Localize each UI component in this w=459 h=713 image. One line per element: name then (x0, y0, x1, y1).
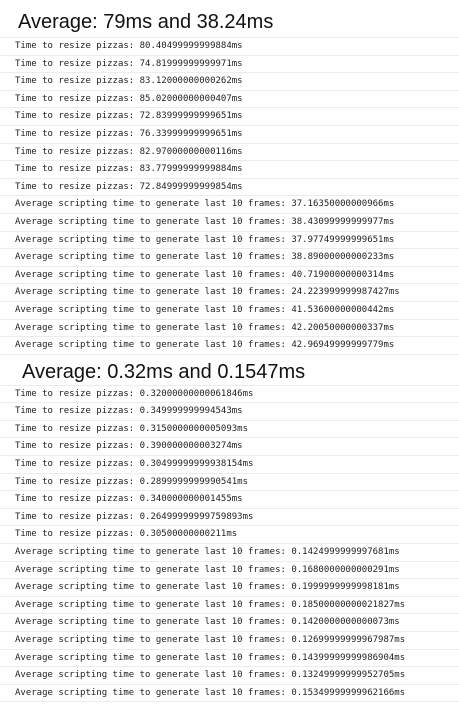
second-timing-log: Time to resize pizzas: 0.320000000000618… (0, 384, 459, 703)
first-timing-log: Time to resize pizzas: 80.40499999999884… (0, 37, 459, 355)
log-entry: Average scripting time to generate last … (0, 597, 459, 615)
log-entry: Time to resize pizzas: 0.349999999994543… (0, 403, 459, 421)
second-result-section: Average: 0.32ms and 0.1547ms Time to res… (0, 355, 459, 703)
log-entry: Time to resize pizzas: 0.320000000000618… (0, 386, 459, 404)
log-entry: Time to resize pizzas: 83.12000000000262… (0, 73, 459, 91)
log-entry: Average scripting time to generate last … (0, 196, 459, 214)
log-entry: Time to resize pizzas: 74.81999999999971… (0, 56, 459, 74)
log-entry: Average scripting time to generate last … (0, 302, 459, 320)
log-entry: Average scripting time to generate last … (0, 650, 459, 668)
first-result-section: Average: 79ms and 38.24ms Time to resize… (0, 0, 459, 355)
log-entry: Average scripting time to generate last … (0, 544, 459, 562)
first-average-heading: Average: 79ms and 38.24ms (18, 11, 274, 33)
log-entry: Average scripting time to generate last … (0, 214, 459, 232)
log-entry: Average scripting time to generate last … (0, 562, 459, 580)
log-entry: Average scripting time to generate last … (0, 232, 459, 250)
log-entry: Average scripting time to generate last … (0, 632, 459, 650)
log-entry: Average scripting time to generate last … (0, 667, 459, 685)
log-entry: Time to resize pizzas: 76.33999999999651… (0, 126, 459, 144)
log-entry: Average scripting time to generate last … (0, 267, 459, 285)
log-entry: Time to resize pizzas: 0.264999999997598… (0, 509, 459, 527)
log-entry: Time to resize pizzas: 0.289999999999054… (0, 474, 459, 492)
log-entry: Time to resize pizzas: 85.02000000000407… (0, 91, 459, 109)
log-entry: Average scripting time to generate last … (0, 685, 459, 703)
log-entry: Time to resize pizzas: 0.340000000001455… (0, 491, 459, 509)
log-entry: Time to resize pizzas: 0.315000000000509… (0, 421, 459, 439)
log-entry: Average scripting time to generate last … (0, 320, 459, 338)
second-average-heading: Average: 0.32ms and 0.1547ms (22, 360, 306, 383)
log-entry: Average scripting time to generate last … (0, 614, 459, 632)
log-entry: Time to resize pizzas: 82.97000000000116… (0, 144, 459, 162)
log-entry: Time to resize pizzas: 0.390000000003274… (0, 438, 459, 457)
log-entry: Time to resize pizzas: 80.40499999999884… (0, 38, 459, 56)
log-entry: Time to resize pizzas: 72.83999999999651… (0, 108, 459, 126)
log-entry: Average scripting time to generate last … (0, 579, 459, 597)
log-entry: Average scripting time to generate last … (0, 284, 459, 302)
log-entry: Time to resize pizzas: 0.304999999999381… (0, 456, 459, 474)
log-entry: Time to resize pizzas: 0.30500000000211m… (0, 526, 459, 545)
log-entry: Average scripting time to generate last … (0, 249, 459, 267)
log-entry: Time to resize pizzas: 83.77999999999884… (0, 161, 459, 179)
log-entry: Time to resize pizzas: 72.84999999999854… (0, 179, 459, 197)
log-entry: Average scripting time to generate last … (0, 337, 459, 355)
